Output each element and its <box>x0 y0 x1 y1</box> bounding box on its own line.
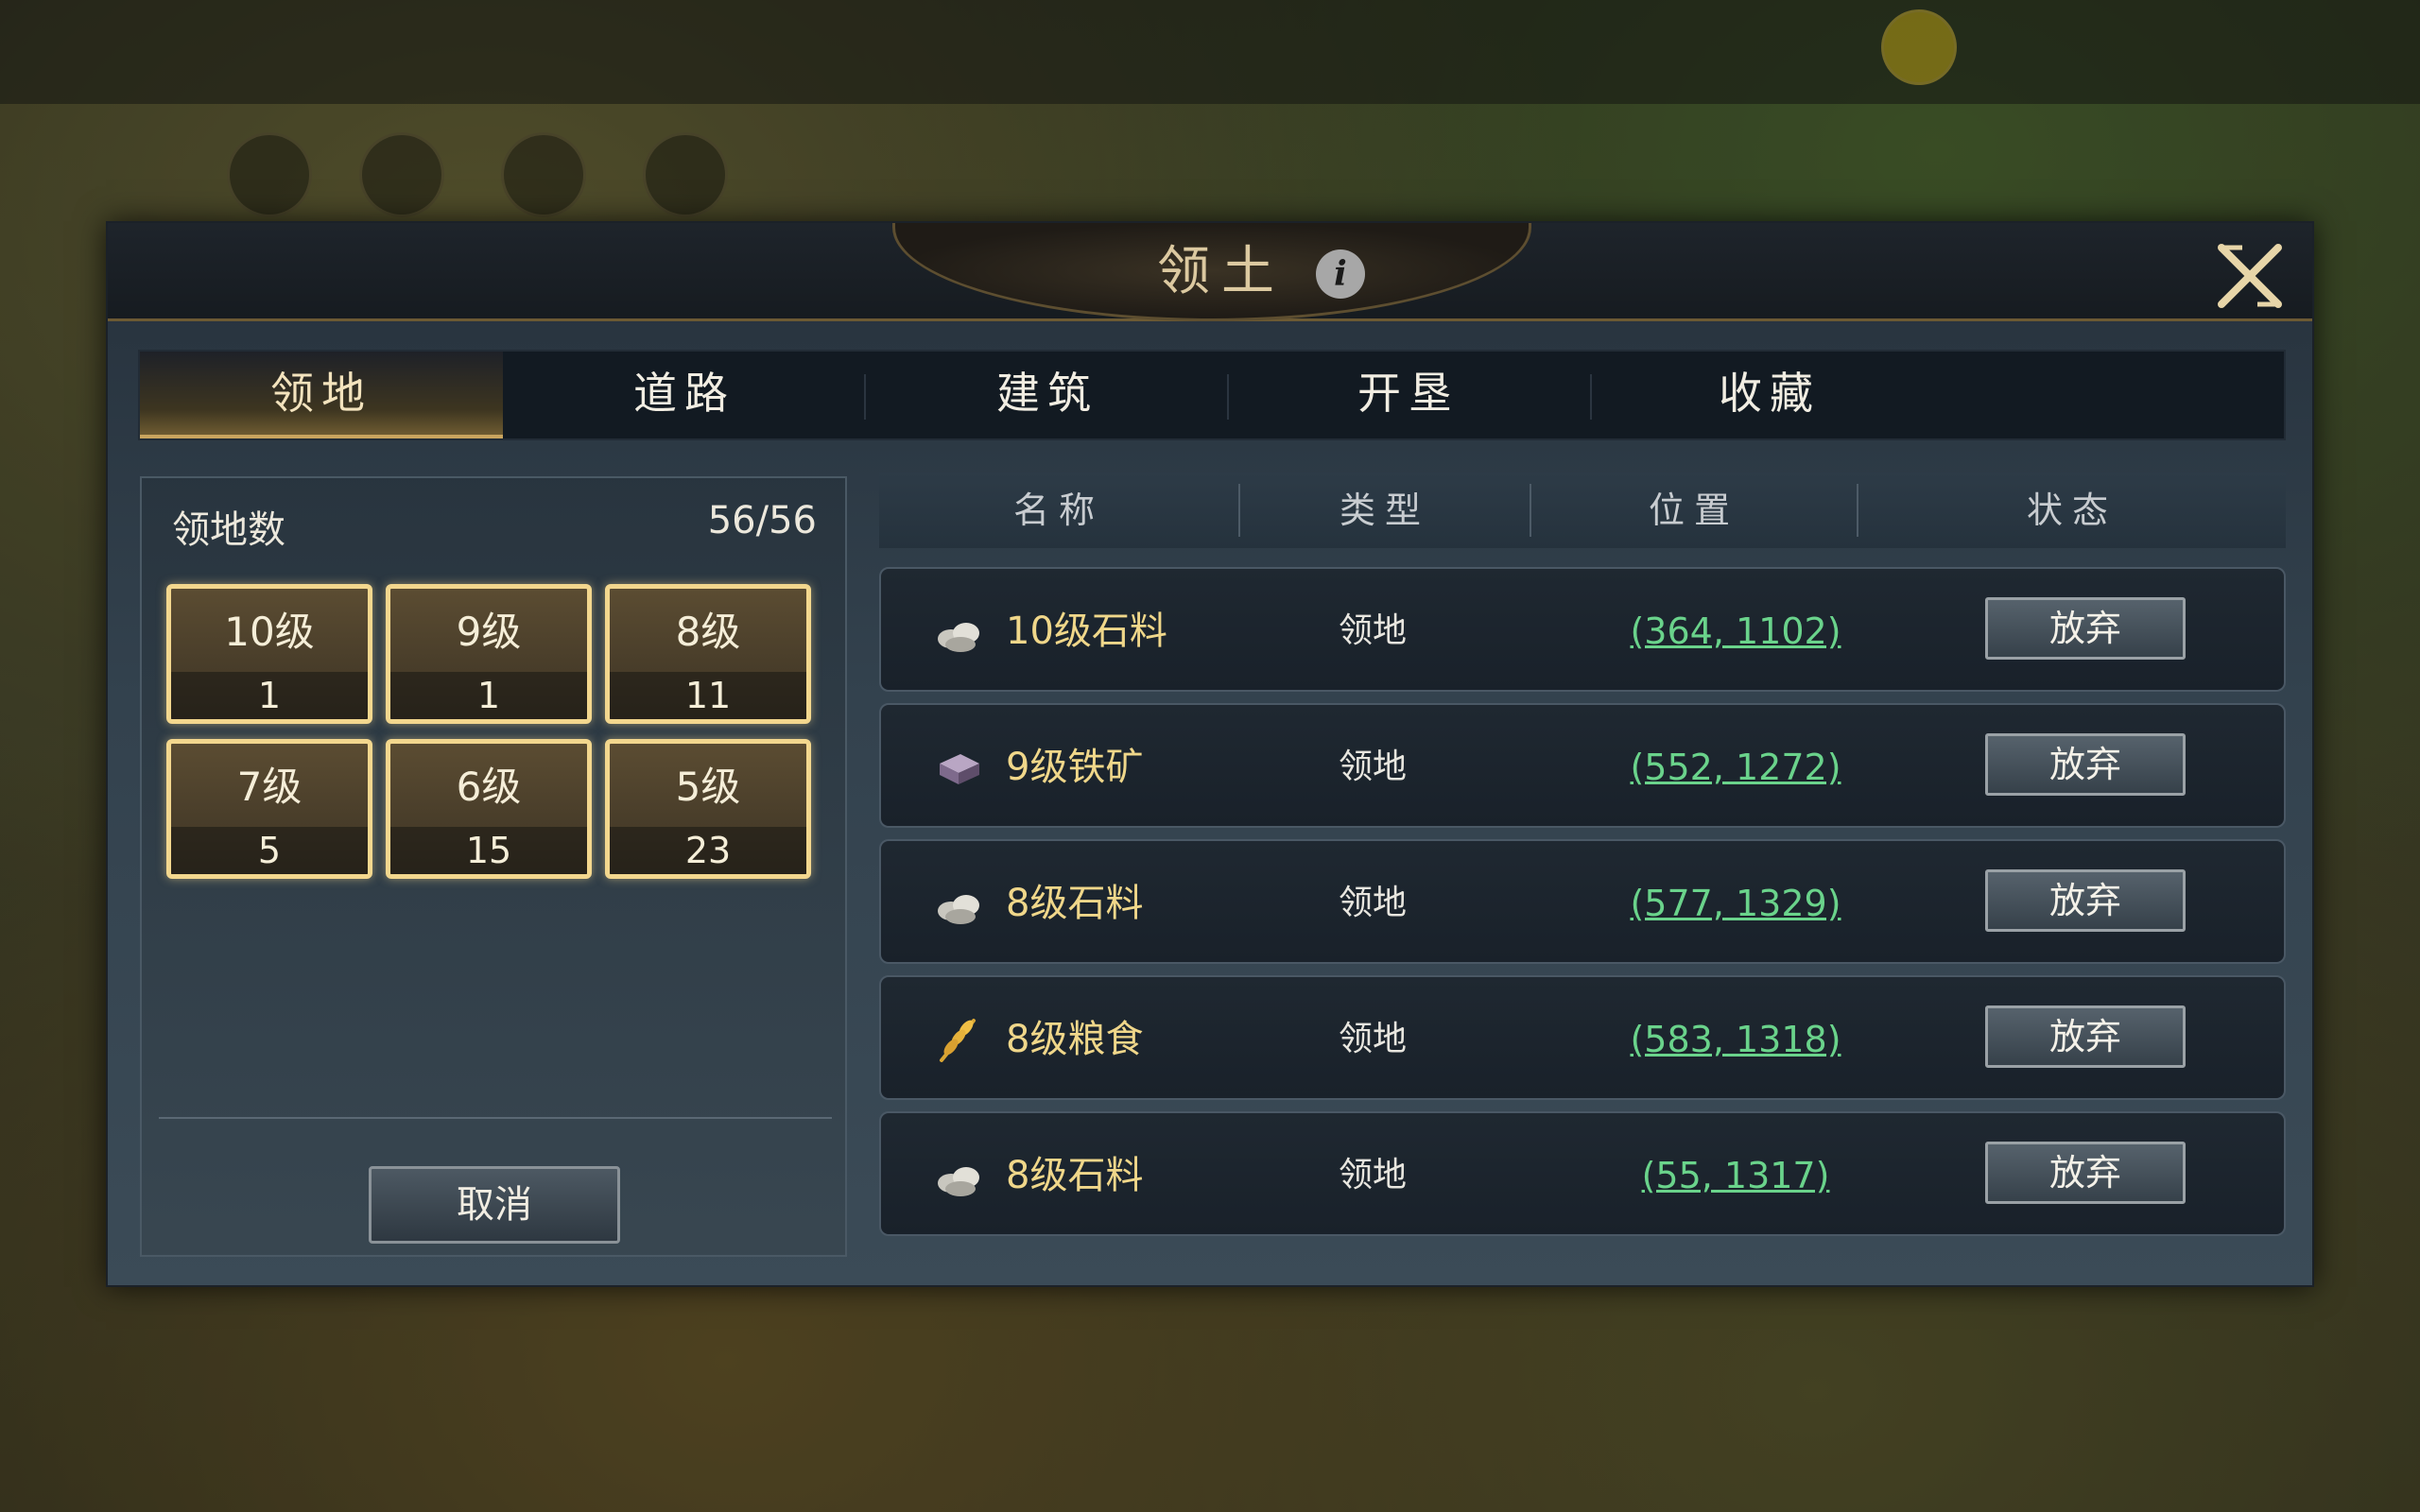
column-header-name: 名称 <box>1012 490 1104 531</box>
abandon-button[interactable]: 放弃 <box>1985 1005 2186 1068</box>
territory-dialog: 领土 i 领地 道路 建筑 开垦 收藏 领地数 56/56 10级 1 9级 1… <box>106 221 2314 1287</box>
territory-list[interactable]: 10级石料 领地 (364, 1102) 放弃 9级铁矿 领地 (552, 12… <box>879 567 2286 1255</box>
level-filter-10[interactable]: 10级 1 <box>166 584 372 724</box>
game-top-bar <box>0 0 2420 104</box>
territory-row[interactable]: 10级石料 领地 (364, 1102) 放弃 <box>879 567 2286 692</box>
territory-row[interactable]: 8级粮食 领地 (583, 1318) 放弃 <box>879 975 2286 1100</box>
stone-icon <box>932 605 985 658</box>
territory-count-label: 领地数 <box>172 508 285 552</box>
territory-type: 领地 <box>1338 747 1407 786</box>
level-count: 11 <box>610 672 806 719</box>
close-icon[interactable] <box>2214 240 2286 312</box>
tab-bar: 领地 道路 建筑 开垦 收藏 <box>138 350 2286 440</box>
level-filter-grid: 10级 1 9级 1 8级 11 7级 5 6级 15 5级 23 <box>166 584 819 879</box>
territory-list-header: 名称 类型 位置 状态 <box>879 472 2286 548</box>
info-icon[interactable]: i <box>1316 249 1365 299</box>
abandon-button[interactable]: 放弃 <box>1985 1142 2186 1204</box>
grain-icon <box>932 1013 985 1066</box>
abandon-button[interactable]: 放弃 <box>1985 869 2186 932</box>
background-circle <box>227 132 312 217</box>
tab-favorites[interactable]: 收藏 <box>1588 352 1951 438</box>
territory-row[interactable]: 8级石料 领地 (577, 1329) 放弃 <box>879 839 2286 964</box>
territory-count-value: 56/56 <box>707 499 817 542</box>
level-filter-8[interactable]: 8级 11 <box>605 584 811 724</box>
level-name: 10级 <box>224 609 315 655</box>
tab-roads[interactable]: 道路 <box>503 352 866 438</box>
background-circle <box>359 132 444 217</box>
column-header-status: 状态 <box>2026 490 2118 531</box>
level-name: 9级 <box>456 609 522 655</box>
territory-name: 8级粮食 <box>1006 1018 1144 1061</box>
tab-territory[interactable]: 领地 <box>140 352 503 438</box>
territory-row[interactable]: 9级铁矿 领地 (552, 1272) 放弃 <box>879 703 2286 828</box>
abandon-button[interactable]: 放弃 <box>1985 597 2186 660</box>
territory-type: 领地 <box>1338 884 1407 922</box>
level-name: 7级 <box>236 764 302 810</box>
territory-name: 10级石料 <box>1006 610 1167 653</box>
background-circle <box>501 132 586 217</box>
territory-coordinates-link[interactable]: (364, 1102) <box>1547 599 1925 663</box>
level-name: 5级 <box>675 764 741 810</box>
level-filter-6[interactable]: 6级 15 <box>386 739 592 879</box>
tab-cultivation[interactable]: 开垦 <box>1227 352 1590 438</box>
level-count: 1 <box>390 672 587 719</box>
column-header-position: 位置 <box>1648 490 1739 531</box>
cancel-button[interactable]: 取消 <box>369 1166 620 1244</box>
territory-type: 领地 <box>1338 1156 1407 1194</box>
level-count: 23 <box>610 827 806 874</box>
tab-buildings[interactable]: 建筑 <box>866 352 1229 438</box>
territory-coordinates-link[interactable]: (583, 1318) <box>1547 1007 1925 1072</box>
level-filter-5[interactable]: 5级 23 <box>605 739 811 879</box>
panel-divider <box>159 1117 832 1119</box>
territory-summary-panel: 领地数 56/56 10级 1 9级 1 8级 11 7级 5 6级 15 5级… <box>140 476 847 1257</box>
territory-coordinates-link[interactable]: (55, 1317) <box>1547 1143 1925 1208</box>
territory-name: 8级石料 <box>1006 1154 1144 1197</box>
territory-type: 领地 <box>1338 611 1407 650</box>
territory-row[interactable]: 8级石料 领地 (55, 1317) 放弃 <box>879 1111 2286 1236</box>
level-filter-7[interactable]: 7级 5 <box>166 739 372 879</box>
stone-icon <box>932 1149 985 1202</box>
level-count: 5 <box>171 827 368 874</box>
level-filter-9[interactable]: 9级 1 <box>386 584 592 724</box>
level-count: 1 <box>171 672 368 719</box>
background-circle <box>1881 9 1957 85</box>
territory-name: 9级铁矿 <box>1006 746 1144 789</box>
territory-coordinates-link[interactable]: (577, 1329) <box>1547 871 1925 936</box>
territory-name: 8级石料 <box>1006 882 1144 925</box>
column-header-type: 类型 <box>1339 490 1430 531</box>
territory-type: 领地 <box>1338 1020 1407 1058</box>
level-name: 6级 <box>456 764 522 810</box>
territory-coordinates-link[interactable]: (552, 1272) <box>1547 735 1925 799</box>
level-name: 8级 <box>675 609 741 655</box>
stone-icon <box>932 877 985 930</box>
level-count: 15 <box>390 827 587 874</box>
iron-ore-icon <box>932 741 985 794</box>
abandon-button[interactable]: 放弃 <box>1985 733 2186 796</box>
background-circle <box>643 132 728 217</box>
